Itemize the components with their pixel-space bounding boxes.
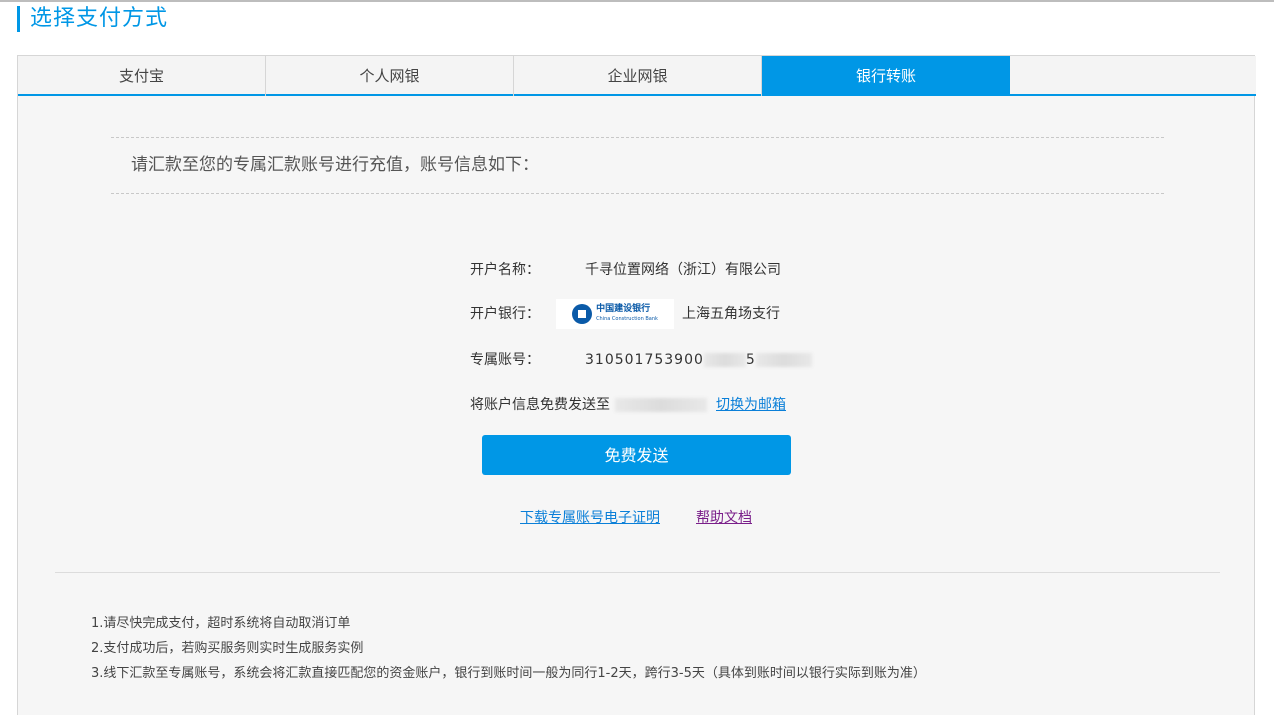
download-certificate-link-wrap: 下载专属账号电子证明 [520,507,660,527]
send-info-row: 将账户信息免费发送至 切换为邮箱 [470,390,890,420]
payment-panel: 支付宝 个人网银 企业网银 银行转账 请汇款至您的专属汇款账号进行充值，账号信息… [17,55,1256,715]
bank-branch: 上海五角场支行 [682,306,780,322]
account-number-mid: 5 [745,352,756,368]
switch-to-email-link[interactable]: 切换为邮箱 [716,390,786,420]
account-bank-row: 开户银行： 中国建设银行 China Construction Bank 上海五… [470,299,870,329]
payment-tabs: 支付宝 个人网银 企业网银 银行转账 [18,56,1256,96]
transfer-notice: 请汇款至您的专属汇款账号进行充值，账号信息如下： [111,137,1164,194]
tip-item: 3.线下汇款至专属账号，系统会将汇款直接匹配您的资金账户，银行到账时间一般为同行… [91,666,926,681]
help-doc-link[interactable]: 帮助文档 [696,510,752,526]
tip-item: 2.支付成功后，若购买服务则实时生成服务实例 [91,641,364,656]
ccb-logo-icon: 中国建设银行 China Construction Bank [556,299,674,329]
ccb-mark [572,304,593,324]
tab-bank-transfer[interactable]: 银行转账 [762,56,1010,95]
account-name-row: 开户名称： 千寻位置网络（浙江）有限公司 [470,255,870,285]
divider [55,572,1220,573]
send-info-label: 将账户信息免费发送至 [470,397,610,413]
tab-personal-bank[interactable]: 个人网银 [266,56,514,96]
redacted-digits-2 [755,353,812,367]
help-doc-link-wrap: 帮助文档 [696,507,752,527]
ccb-logo-en: China Construction Bank [596,316,658,322]
top-border [0,0,1274,2]
account-number-label: 专属账号： [470,352,540,368]
tips-list: 1.请尽快完成支付，超时系统将自动取消订单 2.支付成功后，若购买服务则实时生成… [91,611,926,686]
download-certificate-link[interactable]: 下载专属账号电子证明 [520,510,660,526]
account-bank-label: 开户银行： [470,306,540,322]
account-name-label: 开户名称： [470,262,540,278]
account-name-value: 千寻位置网络（浙江）有限公司 [585,262,781,278]
tab-enterprise-bank[interactable]: 企业网银 [514,56,762,96]
redacted-phone [615,398,707,412]
ccb-logo-text: 中国建设银行 China Construction Bank [596,304,658,324]
account-number-prefix: 310501753900 [585,352,704,368]
ccb-logo-cn: 中国建设银行 [596,304,651,314]
tab-alipay[interactable]: 支付宝 [18,56,266,96]
account-number-value: 310501753900 5 [585,345,812,375]
free-send-button[interactable]: 免费发送 [482,435,791,475]
page-title: 选择支付方式 [17,6,168,32]
account-number-row: 专属账号： 310501753900 5 [470,345,870,375]
redacted-digits [703,353,746,367]
tip-item: 1.请尽快完成支付，超时系统将自动取消订单 [91,616,351,631]
